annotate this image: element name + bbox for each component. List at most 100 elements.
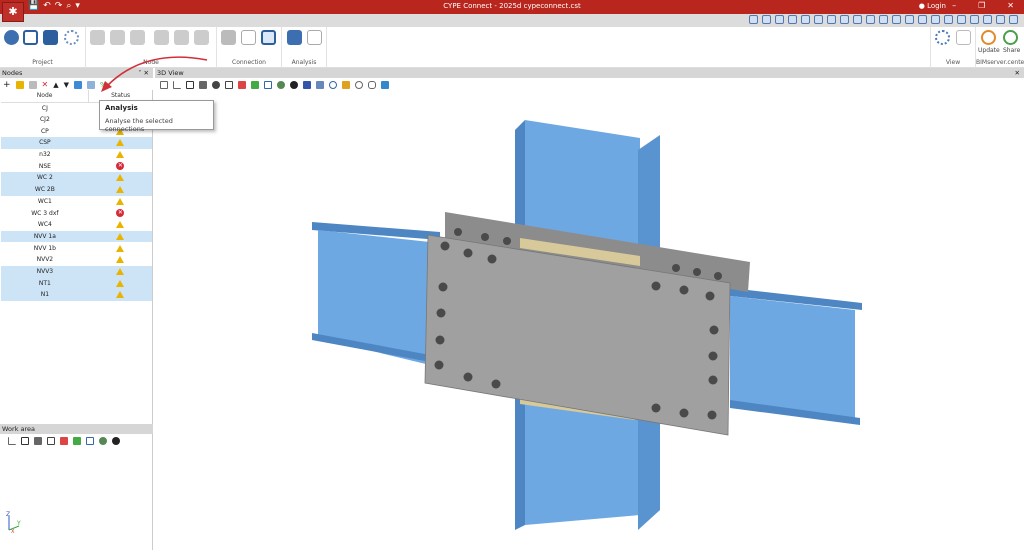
add-node-icon[interactable] bbox=[90, 30, 105, 45]
render-icon[interactable] bbox=[112, 437, 120, 445]
copy-icon[interactable] bbox=[28, 80, 37, 89]
rotate-icon[interactable] bbox=[342, 80, 350, 89]
add-icon[interactable]: + bbox=[3, 80, 11, 90]
zoom-out-icon[interactable] bbox=[801, 15, 810, 24]
zoom-window-icon[interactable] bbox=[749, 15, 758, 24]
connection-view-icon[interactable] bbox=[74, 80, 83, 89]
window-icon[interactable] bbox=[853, 15, 862, 24]
view-icon[interactable] bbox=[840, 15, 849, 24]
table-row[interactable]: CSP bbox=[1, 137, 152, 149]
node-icon[interactable] bbox=[47, 437, 55, 445]
share-icon[interactable] bbox=[1003, 30, 1018, 45]
zoom-window-icon[interactable] bbox=[303, 80, 311, 89]
sphere-icon[interactable] bbox=[277, 80, 285, 89]
delete-icon[interactable]: ✕ bbox=[42, 80, 49, 89]
zoom-icon[interactable] bbox=[775, 15, 784, 24]
minimize-button[interactable]: – bbox=[952, 1, 956, 10]
node-icon[interactable] bbox=[225, 80, 233, 89]
zoom-icon[interactable] bbox=[329, 80, 337, 89]
table-row[interactable]: NSE ✕ bbox=[1, 160, 152, 172]
3d-view-canvas[interactable] bbox=[155, 90, 1024, 550]
table-row[interactable]: NVV2 bbox=[1, 254, 152, 266]
column-header-node[interactable]: Node bbox=[1, 90, 90, 103]
comment-icon[interactable] bbox=[957, 15, 966, 24]
table-row[interactable]: N1 bbox=[1, 289, 152, 301]
edit-icon[interactable] bbox=[15, 80, 24, 89]
node-status bbox=[88, 277, 152, 289]
cube-icon[interactable] bbox=[21, 437, 29, 445]
red-view-icon[interactable] bbox=[238, 80, 246, 89]
video-icon[interactable] bbox=[43, 30, 58, 45]
green-view-icon[interactable] bbox=[251, 80, 259, 89]
center-icon[interactable] bbox=[827, 15, 836, 24]
check-icon[interactable] bbox=[241, 30, 256, 45]
connection-icon[interactable] bbox=[221, 30, 236, 45]
analysis-report-icon[interactable] bbox=[307, 30, 322, 45]
update-icon[interactable] bbox=[981, 30, 996, 45]
table-row[interactable]: NVV 1a bbox=[1, 230, 152, 243]
zoom-out-icon[interactable] bbox=[355, 80, 363, 89]
sphere-icon[interactable] bbox=[99, 437, 107, 445]
view-settings-icon[interactable] bbox=[935, 30, 950, 45]
move-down-icon[interactable]: ▼ bbox=[64, 81, 69, 89]
warnings-icon[interactable] bbox=[956, 30, 971, 45]
layout-icon[interactable] bbox=[892, 15, 901, 24]
small-window-icon[interactable] bbox=[879, 15, 888, 24]
app-logo[interactable]: ✱ bbox=[2, 2, 24, 22]
calculator-icon[interactable] bbox=[287, 30, 302, 45]
render-icon[interactable] bbox=[290, 80, 298, 89]
help-icon[interactable] bbox=[1009, 15, 1018, 24]
rotate-icon[interactable] bbox=[788, 15, 797, 24]
warning-icon bbox=[116, 232, 125, 240]
table-row[interactable]: WC4 bbox=[1, 219, 152, 231]
move-up-icon[interactable]: ▲ bbox=[53, 81, 58, 89]
axes-icon[interactable] bbox=[8, 437, 16, 445]
clock-icon[interactable] bbox=[931, 15, 940, 24]
panel-icon[interactable] bbox=[905, 15, 914, 24]
section-icon[interactable] bbox=[264, 80, 272, 89]
warning-icon bbox=[116, 221, 125, 229]
zoom-all-icon[interactable] bbox=[316, 80, 324, 89]
login-button[interactable]: ● Login bbox=[919, 2, 946, 10]
settings-icon[interactable] bbox=[64, 30, 79, 45]
info-icon[interactable] bbox=[23, 30, 38, 45]
table-row[interactable]: n32 bbox=[1, 149, 152, 161]
table-row[interactable]: WC1 bbox=[1, 196, 152, 208]
globe-icon[interactable] bbox=[996, 15, 1005, 24]
fit-view-icon[interactable] bbox=[381, 80, 389, 89]
tools-icon[interactable] bbox=[970, 15, 979, 24]
delete-node-icon[interactable] bbox=[130, 30, 145, 45]
red-view-icon[interactable] bbox=[60, 437, 68, 445]
table-row[interactable]: WC 3 dxf ✕ bbox=[1, 207, 152, 219]
connection-3d-model[interactable] bbox=[155, 90, 1024, 550]
pan-icon[interactable] bbox=[814, 15, 823, 24]
close-view-icon[interactable]: ✕ bbox=[1015, 68, 1020, 78]
close-button[interactable]: ✕ bbox=[1007, 1, 1014, 10]
node-type-a-icon[interactable] bbox=[154, 30, 169, 45]
table-row[interactable]: WC 2 bbox=[1, 172, 152, 184]
analysis-button[interactable] bbox=[87, 80, 96, 89]
node-type-b-icon[interactable] bbox=[174, 30, 189, 45]
node-status bbox=[89, 242, 152, 254]
zoom-all-icon[interactable] bbox=[762, 15, 771, 24]
share-button[interactable]: Share bbox=[1003, 47, 1020, 54]
restore-button[interactable]: ❐ bbox=[978, 1, 985, 10]
grid-icon[interactable] bbox=[866, 15, 875, 24]
green-view-icon[interactable] bbox=[73, 437, 81, 445]
connection-report-icon[interactable] bbox=[261, 30, 276, 45]
table-row[interactable]: NT1 bbox=[1, 277, 152, 289]
pan-icon[interactable] bbox=[368, 80, 376, 89]
section-icon[interactable] bbox=[86, 437, 94, 445]
axes-icon[interactable] bbox=[918, 15, 927, 24]
table-row[interactable]: NVV 1b bbox=[1, 242, 152, 254]
node-type-c-icon[interactable] bbox=[194, 30, 209, 45]
table-row[interactable]: WC 2B bbox=[1, 183, 152, 196]
solid-icon[interactable] bbox=[34, 437, 42, 445]
update-button[interactable]: Update bbox=[978, 47, 1000, 54]
layout-panels-icon[interactable] bbox=[983, 15, 992, 24]
globe-icon[interactable] bbox=[4, 30, 19, 45]
edit-node-icon[interactable] bbox=[110, 30, 125, 45]
report-icon[interactable] bbox=[944, 15, 953, 24]
ribbon-group-bimserver: Update Share BIMserver.center bbox=[976, 27, 1024, 68]
table-row[interactable]: NVV3 bbox=[1, 265, 152, 278]
